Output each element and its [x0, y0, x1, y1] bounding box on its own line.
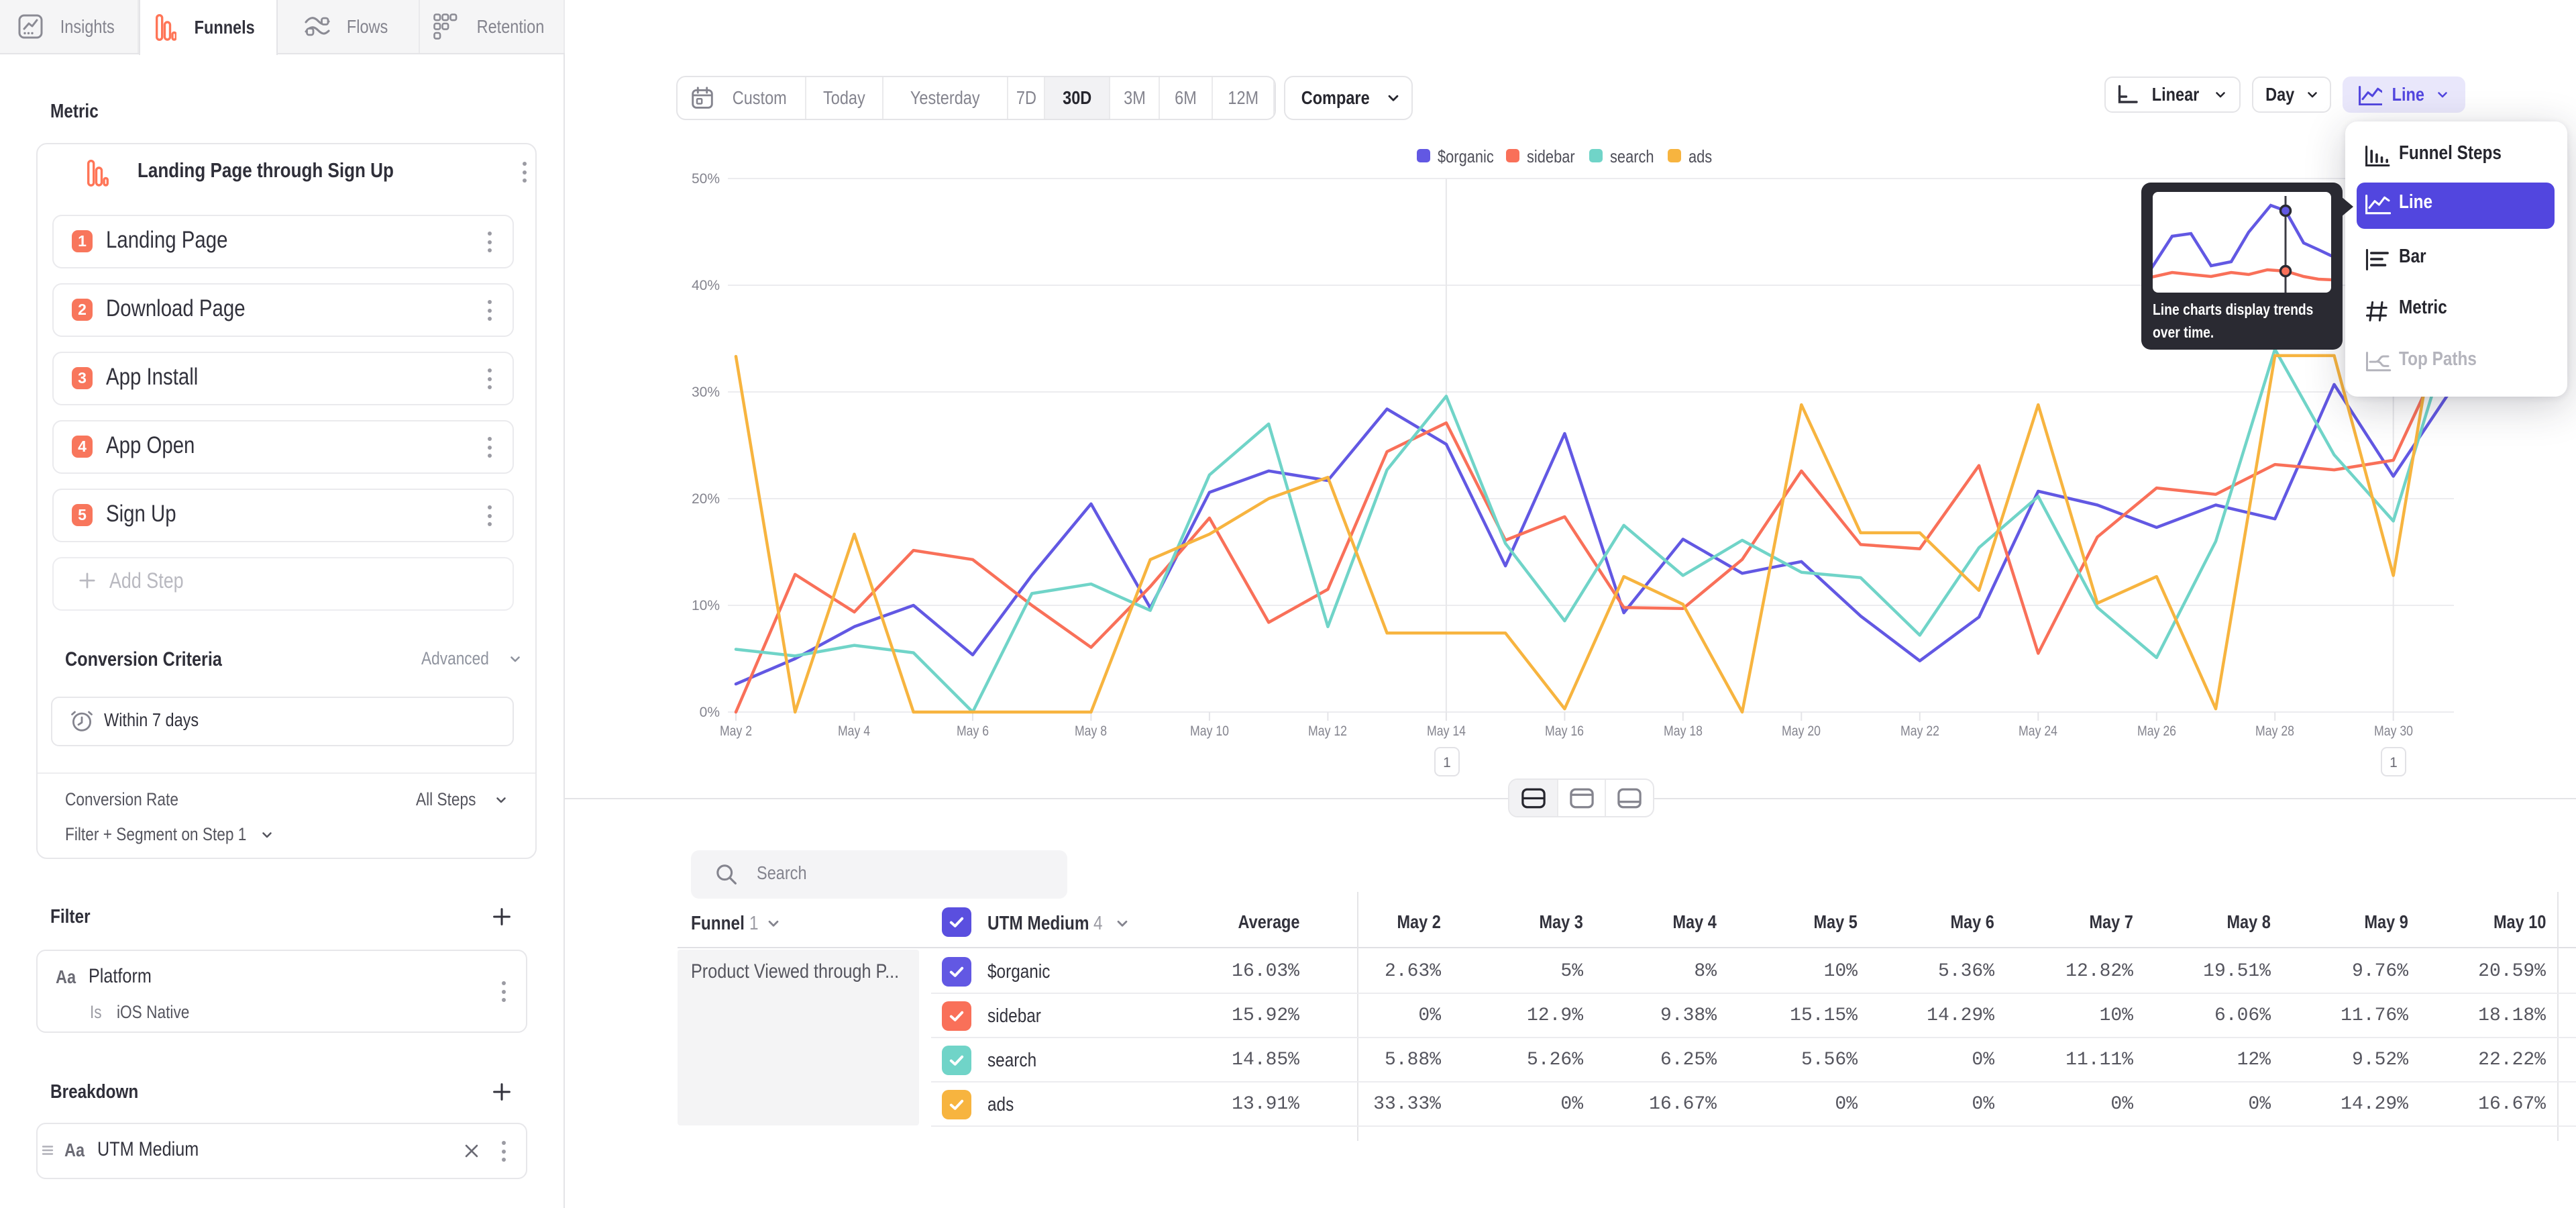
svg-text:0%: 0%	[700, 705, 720, 720]
svg-text:May 20: May 20	[1782, 723, 1821, 739]
svg-text:10%: 10%	[692, 598, 720, 613]
svg-text:1: 1	[1443, 755, 1451, 770]
svg-text:May 18: May 18	[1664, 723, 1703, 739]
svg-text:May 28: May 28	[2255, 723, 2294, 739]
svg-text:May 2: May 2	[720, 723, 752, 739]
svg-text:May 8: May 8	[1075, 723, 1107, 739]
svg-text:May 6: May 6	[957, 723, 989, 739]
svg-text:May 4: May 4	[838, 723, 870, 739]
svg-text:1: 1	[2390, 755, 2398, 770]
svg-text:May 22: May 22	[1900, 723, 1939, 739]
svg-text:20%: 20%	[692, 491, 720, 507]
svg-text:May 24: May 24	[2019, 723, 2057, 739]
svg-text:May 26: May 26	[2137, 723, 2176, 739]
svg-text:May 16: May 16	[1545, 723, 1584, 739]
svg-text:40%: 40%	[692, 278, 720, 293]
svg-text:May 12: May 12	[1308, 723, 1347, 739]
svg-text:30%: 30%	[692, 385, 720, 400]
svg-text:May 10: May 10	[1190, 723, 1229, 739]
svg-text:May 14: May 14	[1427, 723, 1466, 739]
svg-text:May 30: May 30	[2374, 723, 2413, 739]
svg-text:50%: 50%	[692, 171, 720, 187]
